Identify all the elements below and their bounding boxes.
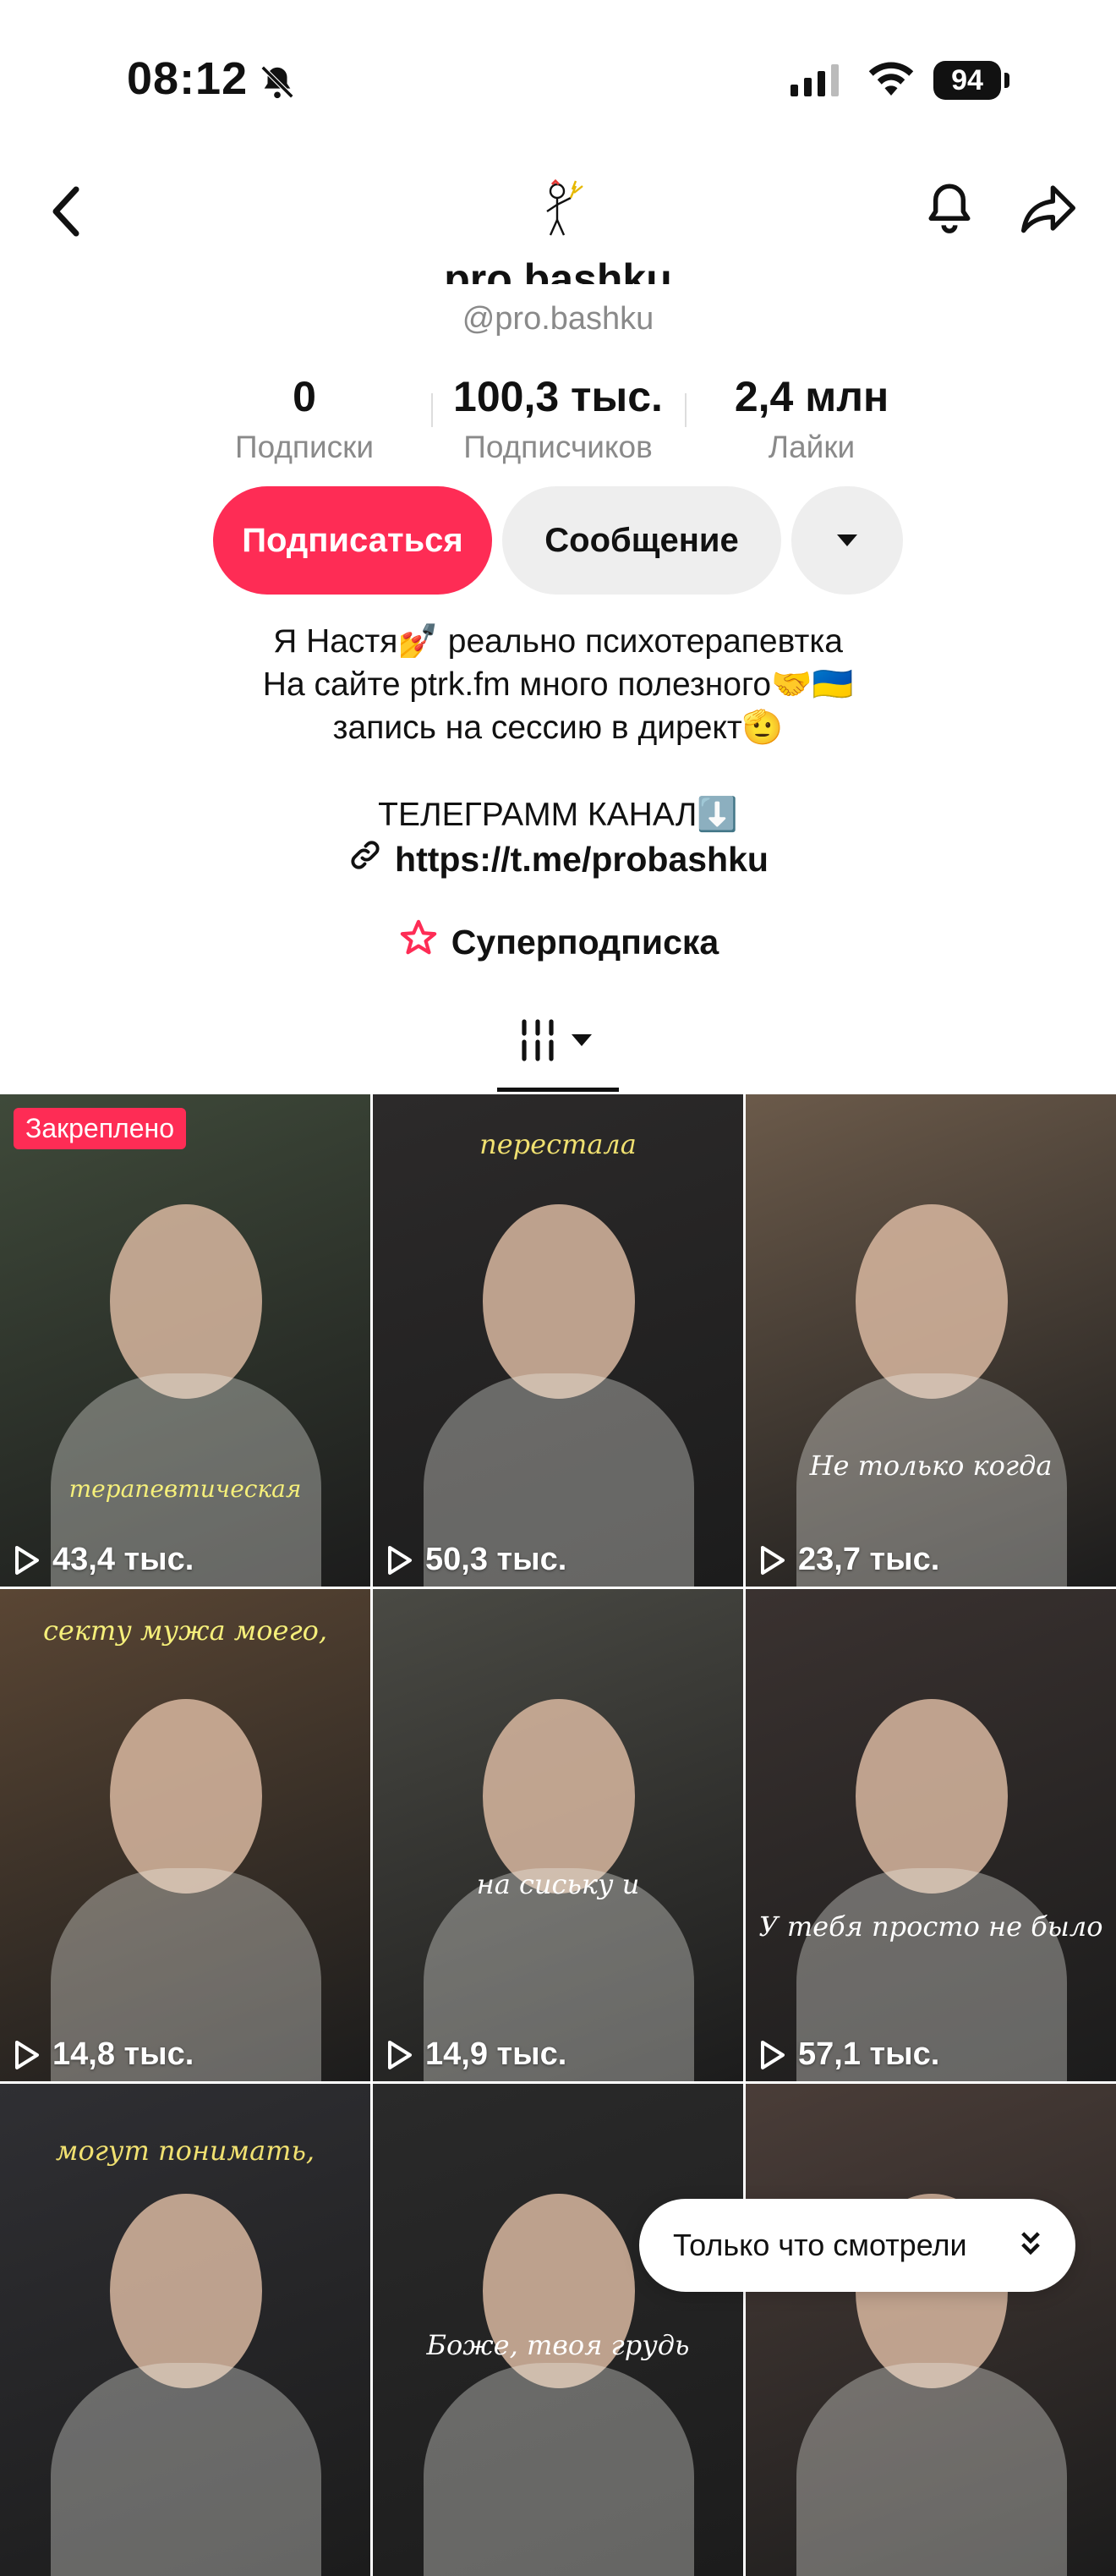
stat-likes-label: Лайки	[768, 430, 856, 464]
status-time: 08:12	[127, 53, 249, 104]
bio-line: ТЕЛЕГРАММ КАНАЛ⬇️	[378, 797, 738, 833]
follow-button[interactable]: Подписаться	[213, 486, 492, 595]
view-count-text: 14,8 тыс.	[52, 2036, 194, 2072]
video-tile[interactable]: секту мужа моего, 14,8 тыс.	[0, 1589, 370, 2081]
battery-indicator: 94	[933, 61, 1001, 100]
superfollow-star-icon	[397, 918, 440, 966]
cellular-signal-icon	[790, 64, 839, 96]
view-count: 50,3 тыс.	[386, 1542, 566, 1578]
video-tile[interactable]: У тебя просто не было 57,1 тыс.	[746, 1589, 1116, 2081]
silent-mode-icon	[258, 63, 297, 106]
video-thumbnail-body	[424, 2363, 694, 2576]
video-caption: перестала	[479, 1128, 637, 1160]
wifi-icon	[866, 59, 916, 102]
stat-followers-label: Подписчиков	[463, 430, 653, 464]
superfollow-button[interactable]: Суперподписка	[0, 918, 1116, 966]
view-count-text: 14,9 тыс.	[425, 2036, 567, 2072]
video-caption: У тебя просто не было	[758, 1910, 1103, 1943]
play-icon	[15, 2040, 39, 2069]
profile-display-name: pro.bashku	[444, 255, 672, 284]
stat-divider	[685, 393, 687, 427]
stat-following-value: 0	[293, 373, 316, 420]
play-icon	[761, 1545, 785, 1575]
share-icon[interactable]	[1019, 181, 1078, 239]
video-thumbnail-person	[110, 1204, 262, 1399]
play-icon	[761, 2040, 785, 2069]
video-tile[interactable]: Боже, твоя грудь	[373, 2084, 743, 2576]
video-thumbnail-person	[856, 1699, 1008, 1894]
more-options-button[interactable]	[791, 486, 903, 595]
tab-indicator	[497, 1088, 619, 1092]
video-tile[interactable]: Не только когда 23,7 тыс.	[746, 1094, 1116, 1587]
bio-link[interactable]: https://t.me/probashku	[0, 837, 1116, 881]
superfollow-label: Суперподписка	[451, 922, 719, 962]
bio-line: Я Настя💅 реально психотерапевтка	[273, 623, 843, 660]
stat-followers-value: 100,3 тыс.	[453, 373, 663, 420]
video-caption: терапевтическая	[68, 1475, 302, 1503]
view-count-text: 50,3 тыс.	[425, 1542, 567, 1577]
play-icon	[15, 1545, 39, 1575]
video-thumbnail-person	[110, 1699, 262, 1894]
video-thumbnail-body	[796, 2363, 1067, 2576]
recently-watched-button[interactable]: Только что смотрели	[639, 2199, 1075, 2292]
video-tile[interactable]	[746, 2084, 1116, 2576]
video-caption: могут понимать,	[55, 2135, 315, 2167]
bio-link-text: https://t.me/probashku	[395, 839, 769, 879]
video-thumbnail-person	[856, 1204, 1008, 1399]
message-button[interactable]: Сообщение	[502, 486, 781, 595]
video-thumbnail-person	[483, 1204, 635, 1399]
tab-videos[interactable]	[517, 1017, 592, 1064]
video-caption: на сиську и	[476, 1868, 640, 1900]
view-count: 14,9 тыс.	[386, 2036, 566, 2073]
bio-line: На сайте ptrk.fm много полезного🤝🇺🇦	[262, 666, 854, 703]
video-thumbnail-person	[483, 1699, 635, 1894]
chevron-down-icon	[837, 534, 857, 546]
bio-line: запись на сессию в директ🫡	[332, 710, 784, 746]
video-caption: Не только когда	[809, 1450, 1053, 1482]
view-count-text: 43,4 тыс.	[52, 1542, 194, 1577]
profile-handle: @pro.bashku	[462, 301, 654, 337]
view-count: 14,8 тыс.	[14, 2036, 194, 2073]
chevron-down-icon	[572, 1034, 592, 1046]
video-thumbnail-body	[51, 2363, 321, 2576]
play-icon	[388, 1545, 412, 1575]
video-tile[interactable]: могут понимать,	[0, 2084, 370, 2576]
stat-likes[interactable]: 2,4 млн Лайки	[693, 372, 930, 465]
stat-following[interactable]: 0 Подписки	[186, 372, 423, 465]
pinned-badge: Закреплено	[14, 1108, 186, 1149]
back-icon[interactable]	[49, 184, 83, 243]
avatar[interactable]	[528, 176, 596, 248]
stat-likes-value: 2,4 млн	[734, 373, 889, 420]
video-grid-icon	[522, 1019, 554, 1061]
view-count: 43,4 тыс.	[14, 1542, 194, 1578]
play-icon	[388, 2040, 412, 2069]
stat-divider	[431, 393, 433, 427]
view-count-text: 57,1 тыс.	[798, 2036, 940, 2072]
notification-bell-icon[interactable]	[922, 179, 977, 241]
stat-following-label: Подписки	[234, 430, 374, 464]
video-tile[interactable]: перестала 50,3 тыс.	[373, 1094, 743, 1587]
link-icon	[347, 837, 383, 881]
double-chevron-down-icon	[1020, 2228, 1042, 2263]
view-count: 57,1 тыс.	[759, 2036, 939, 2073]
video-tile[interactable]: на сиську и 14,9 тыс.	[373, 1589, 743, 2081]
stat-followers[interactable]: 100,3 тыс. Подписчиков	[435, 372, 681, 465]
video-tile[interactable]: терапевтическая Закреплено 43,4 тыс.	[0, 1094, 370, 1587]
video-thumbnail-person	[110, 2194, 262, 2388]
battery-tip	[1004, 73, 1009, 88]
video-caption: секту мужа моего,	[42, 1614, 328, 1647]
view-count: 23,7 тыс.	[759, 1542, 939, 1578]
video-caption: Боже, твоя грудь	[426, 2329, 690, 2361]
view-count-text: 23,7 тыс.	[798, 1542, 940, 1577]
recently-watched-label: Только что смотрели	[673, 2228, 967, 2262]
